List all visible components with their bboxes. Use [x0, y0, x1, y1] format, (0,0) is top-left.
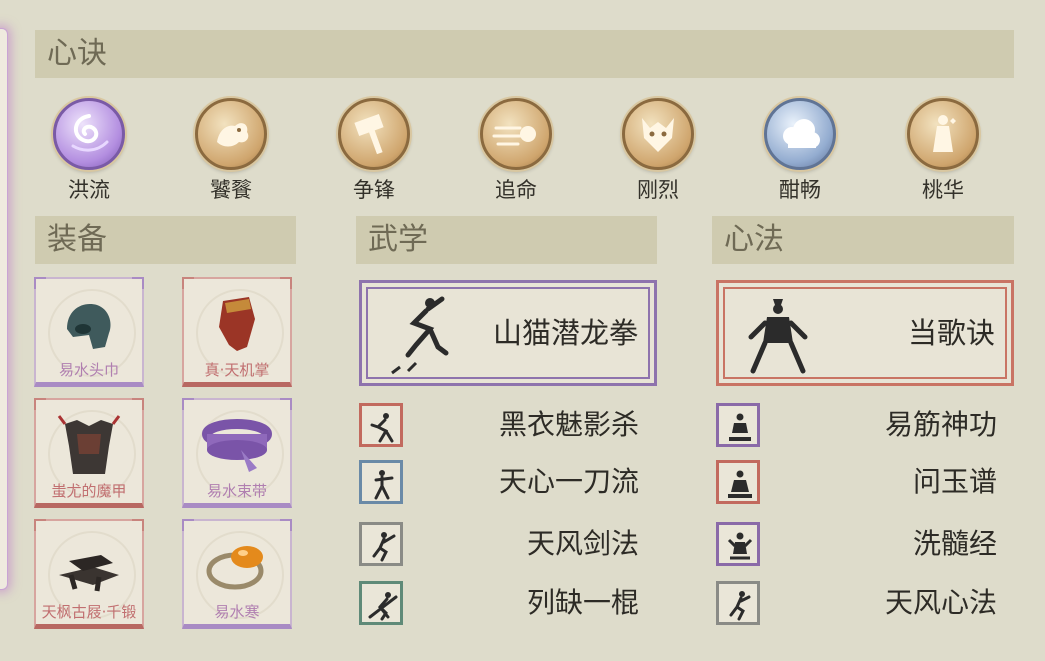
martial-art-icon[interactable] — [359, 460, 403, 504]
martial-art-main-card[interactable]: 山猫潜龙拳 — [359, 280, 657, 386]
equip-slot-belt[interactable]: 易水束带 — [182, 398, 292, 508]
equip-slot-gauntlet[interactable]: 真·天机掌 — [182, 277, 292, 387]
martial-art-title[interactable]: 天风剑法 — [527, 522, 639, 566]
martial-art-main-title: 山猫潜龙拳 — [492, 316, 638, 350]
clogs-icon — [59, 555, 119, 592]
martial-art-title[interactable]: 天心一刀流 — [499, 460, 639, 504]
side-panel-edge — [0, 28, 8, 590]
skill-label: 桃华 — [922, 178, 964, 202]
beast-icon — [195, 98, 267, 170]
skill-hongliu[interactable]: 洪流 — [44, 98, 134, 202]
skill-ganglie[interactable]: 刚烈 — [613, 98, 703, 202]
wave-swirl-icon — [53, 98, 125, 170]
corner-ornament — [132, 398, 144, 410]
mental-art-icon[interactable] — [716, 403, 760, 447]
dash-icon — [480, 98, 552, 170]
skill-label: 酣畅 — [779, 178, 821, 202]
equip-name: 易水头巾 — [58, 361, 119, 379]
section-header-mental-arts: 心法 — [712, 216, 1014, 264]
mental-art-title[interactable]: 洗髓经 — [913, 522, 997, 566]
equip-slot-armor[interactable]: 蚩尤的魔甲 — [34, 398, 144, 508]
mental-art-title[interactable]: 问玉谱 — [913, 460, 997, 504]
stance-icon — [748, 299, 808, 374]
headscarf-icon — [67, 304, 111, 349]
equip-name: 易水束带 — [206, 482, 267, 500]
belt-icon — [202, 419, 272, 472]
mental-art-title[interactable]: 天风心法 — [885, 581, 997, 625]
skill-taotie[interactable]: 饕餮 — [186, 98, 276, 202]
martial-art-icon[interactable] — [359, 522, 403, 566]
mental-art-icon[interactable] — [716, 581, 760, 625]
martial-art-icon[interactable] — [359, 403, 403, 447]
section-header-xinjue: 心诀 — [35, 30, 1014, 78]
ring-icon — [206, 546, 264, 590]
mental-art-main-card[interactable]: 当歌诀 — [716, 280, 1014, 386]
corner-ornament — [34, 398, 46, 410]
mental-art-main-title: 当歌诀 — [907, 316, 995, 350]
corner-ornament — [34, 519, 46, 531]
corner-ornament — [182, 519, 194, 531]
figure-icon — [907, 98, 979, 170]
equip-name: 易水寒 — [214, 603, 260, 621]
skill-label: 刚烈 — [637, 178, 679, 202]
armor-icon — [57, 415, 121, 474]
skill-label: 追命 — [495, 178, 537, 202]
gauntlet-icon — [219, 297, 255, 351]
corner-ornament — [182, 277, 194, 289]
skill-taohua[interactable]: 桃华 — [898, 98, 988, 202]
corner-ornament — [280, 398, 292, 410]
skill-hanchang[interactable]: 酣畅 — [755, 98, 845, 202]
equip-name: 蚩尤的魔甲 — [51, 482, 127, 500]
hammer-icon — [338, 98, 410, 170]
corner-ornament — [280, 519, 292, 531]
skill-label: 饕餮 — [210, 178, 252, 202]
equip-name: 天枫古屐·千锻 — [41, 603, 137, 621]
skill-label: 争锋 — [353, 178, 395, 202]
equip-slot-clogs[interactable]: 天枫古屐·千锻 — [34, 519, 144, 629]
mental-art-title[interactable]: 易筋神功 — [885, 403, 997, 447]
section-header-equipment: 装备 — [35, 216, 296, 264]
mental-art-icon[interactable] — [716, 460, 760, 504]
martial-art-icon[interactable] — [359, 581, 403, 625]
skill-zhengfeng[interactable]: 争锋 — [329, 98, 419, 202]
martial-pose-icon — [391, 296, 449, 375]
corner-ornament — [182, 398, 194, 410]
martial-art-title[interactable]: 黑衣魅影杀 — [499, 403, 639, 447]
skill-zhuiming[interactable]: 追命 — [471, 98, 561, 202]
corner-ornament — [132, 519, 144, 531]
corner-ornament — [280, 277, 292, 289]
equip-slot-headscarf[interactable]: 易水头巾 — [34, 277, 144, 387]
equip-slot-ring[interactable]: 易水寒 — [182, 519, 292, 629]
equip-name: 真·天机掌 — [204, 361, 270, 379]
corner-ornament — [34, 277, 46, 289]
martial-art-title[interactable]: 列缺一棍 — [527, 581, 639, 625]
skill-label: 洪流 — [68, 178, 110, 202]
mental-art-icon[interactable] — [716, 522, 760, 566]
wolf-head-icon — [622, 98, 694, 170]
section-header-martial-arts: 武学 — [356, 216, 657, 264]
corner-ornament — [132, 277, 144, 289]
cloud-icon — [764, 98, 836, 170]
